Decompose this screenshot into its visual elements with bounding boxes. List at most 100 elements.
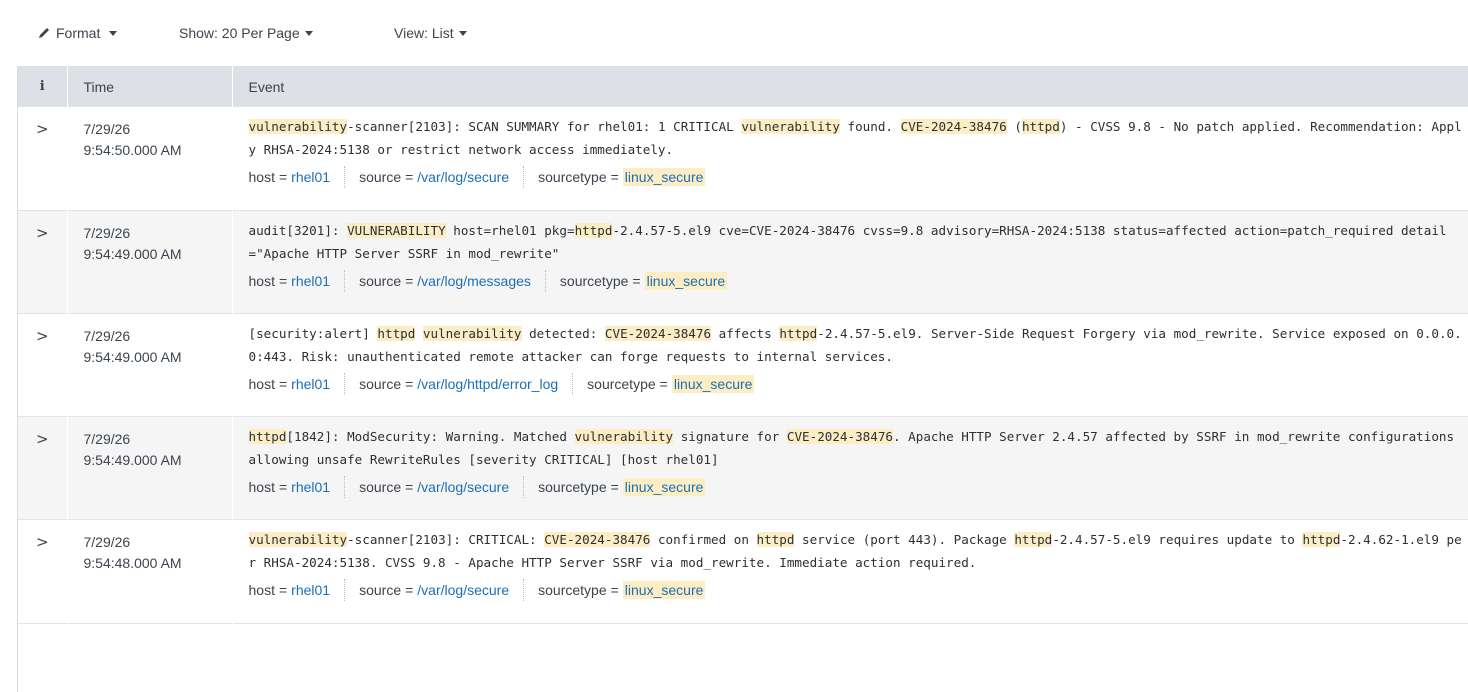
highlighted-term[interactable]: CVE-2024-38476	[900, 119, 1007, 134]
source-value[interactable]: /var/log/messages	[417, 273, 531, 289]
host-value[interactable]: rhel01	[291, 479, 330, 495]
event-fields: host = rhel01 source = /var/log/httpd/er…	[249, 372, 1468, 395]
event-row: > 7/29/26 9:54:49.000 AM [security:alert…	[18, 313, 1468, 416]
highlighted-term[interactable]: vulnerability	[248, 119, 348, 134]
time-column-header[interactable]: Time	[66, 66, 232, 107]
highlighted-term[interactable]: vulnerability	[248, 531, 348, 547]
highlighted-term[interactable]: httpd	[248, 428, 287, 444]
event-fields: host = rhel01 source = /var/log/messages…	[249, 269, 1468, 292]
event-text-segment: detected:	[521, 325, 605, 341]
event-text-segment: -scanner[2103]: CRITICAL:	[347, 531, 545, 547]
field-equals: =	[405, 169, 414, 185]
sourcetype-value[interactable]: linux_secure	[622, 580, 706, 599]
field-equals: =	[405, 581, 414, 598]
format-menu-button[interactable]: Format	[37, 25, 118, 41]
host-value[interactable]: rhel01	[291, 169, 330, 185]
sourcetype-value[interactable]: linux_secure	[622, 168, 706, 186]
highlighted-term[interactable]: httpd	[377, 325, 416, 341]
sourcetype-value[interactable]: linux_secure	[644, 271, 728, 290]
expand-cell[interactable]: >	[18, 210, 67, 313]
highlighted-term[interactable]: httpd	[756, 531, 795, 547]
field-equals: =	[610, 581, 619, 598]
highlighted-term[interactable]: httpd	[1302, 531, 1341, 547]
event-text-segment: -2.4.57-5.el9 requires update to	[1052, 531, 1303, 547]
highlighted-term[interactable]: httpd	[574, 222, 613, 238]
host-field: host = rhel01	[249, 270, 345, 292]
info-column-header[interactable]: i	[18, 66, 67, 107]
expand-cell[interactable]: >	[18, 313, 67, 416]
source-value[interactable]: /var/log/httpd/error_log	[417, 376, 558, 392]
field-name: sourcetype	[587, 375, 656, 392]
field-equals: =	[278, 581, 288, 598]
expand-chevron-icon[interactable]: >	[36, 430, 49, 448]
event-raw-text: vulnerability-scanner[2103]: SCAN SUMMAR…	[248, 115, 1465, 161]
host-value[interactable]: rhel01	[291, 273, 330, 289]
event-date: 7/29/26	[83, 430, 131, 447]
field-name: host	[248, 581, 275, 598]
event-time-cell: 7/29/26 9:54:49.000 AM	[66, 313, 232, 416]
source-value[interactable]: /var/log/secure	[417, 582, 509, 598]
field-equals: =	[405, 272, 414, 289]
source-field: source = /var/log/messages	[345, 270, 545, 292]
event-cell: vulnerability-scanner[2103]: CRITICAL: C…	[231, 519, 1468, 623]
highlighted-term[interactable]: vulnerability	[741, 119, 840, 134]
expand-chevron-icon[interactable]: >	[36, 120, 49, 138]
event-row: > 7/29/26 9:54:49.000 AM httpd[1842]: Mo…	[18, 416, 1468, 519]
sourcetype-field: sourcetype = linux_secure	[524, 476, 719, 498]
event-text-segment: signature for	[673, 428, 787, 444]
results-toolbar: Format Show: 20 Per Page View: List	[0, 0, 1468, 66]
show-per-page-menu-button[interactable]: Show: 20 Per Page	[179, 25, 313, 41]
host-field: host = rhel01	[249, 166, 345, 188]
field-name: sourcetype	[559, 272, 629, 289]
source-value[interactable]: /var/log/secure	[417, 479, 509, 495]
event-time-cell: 7/29/26 9:54:49.000 AM	[66, 210, 232, 313]
highlighted-term[interactable]: CVE-2024-38476	[604, 325, 712, 341]
pencil-icon	[39, 28, 49, 38]
event-text-segment: service (port 443). Package	[794, 531, 1015, 547]
event-text-segment: -scanner[2103]: SCAN SUMMARY for rhel01:…	[347, 119, 742, 134]
sourcetype-field: sourcetype = linux_secure	[573, 373, 768, 395]
event-column-header: Event	[231, 66, 1468, 107]
event-raw-text: httpd[1842]: ModSecurity: Warning. Match…	[248, 425, 1465, 471]
event-cell: audit[3201]: VULNERABILITY host=rhel01 p…	[231, 210, 1468, 313]
field-equals: =	[278, 272, 288, 289]
highlighted-term[interactable]: VULNERABILITY	[347, 222, 446, 238]
highlighted-term[interactable]: httpd	[1021, 119, 1060, 134]
field-name: sourcetype	[538, 581, 607, 598]
show-per-page-label: Show: 20 Per Page	[179, 25, 300, 41]
field-name: host	[248, 272, 275, 289]
expand-chevron-icon[interactable]: >	[36, 327, 49, 345]
host-value[interactable]: rhel01	[291, 376, 330, 392]
expand-chevron-icon[interactable]: >	[36, 224, 49, 242]
event-cell: httpd[1842]: ModSecurity: Warning. Match…	[231, 416, 1468, 519]
expand-chevron-icon[interactable]: >	[36, 533, 49, 551]
event-fields: host = rhel01 source = /var/log/secure s…	[248, 578, 1468, 601]
highlighted-term[interactable]: vulnerability	[422, 325, 522, 341]
highlighted-term[interactable]: CVE-2024-38476	[544, 531, 651, 547]
highlighted-term[interactable]: httpd	[779, 325, 818, 341]
field-equals: =	[278, 375, 288, 392]
event-text-segment	[415, 326, 423, 341]
highlighted-term[interactable]: CVE-2024-38476	[786, 428, 894, 444]
highlighted-term[interactable]: httpd	[1014, 531, 1053, 547]
expand-cell[interactable]: >	[18, 416, 67, 519]
view-mode-menu-button[interactable]: View: List	[394, 25, 467, 41]
host-value[interactable]: rhel01	[291, 582, 330, 598]
expand-cell[interactable]: >	[18, 107, 67, 210]
event-time-cell: 7/29/26 9:54:50.000 AM	[66, 107, 232, 210]
highlighted-term[interactable]: vulnerability	[574, 428, 674, 444]
format-label: Format	[56, 25, 101, 41]
event-time-cell: 7/29/26 9:54:48.000 AM	[66, 519, 232, 623]
event-text-segment: affects	[711, 325, 780, 341]
sourcetype-value[interactable]: linux_secure	[622, 477, 706, 496]
event-timestamp: 9:54:49.000 AM	[83, 348, 182, 365]
event-raw-text: audit[3201]: VULNERABILITY host=rhel01 p…	[249, 219, 1465, 265]
field-equals: =	[610, 478, 619, 495]
expand-cell[interactable]: >	[18, 519, 67, 623]
field-equals: =	[632, 272, 641, 289]
chevron-down-icon	[458, 31, 467, 36]
field-name: host	[248, 169, 275, 185]
event-cell: vulnerability-scanner[2103]: SCAN SUMMAR…	[231, 107, 1468, 210]
sourcetype-value[interactable]: linux_secure	[671, 374, 755, 393]
source-value[interactable]: /var/log/secure	[417, 169, 509, 185]
